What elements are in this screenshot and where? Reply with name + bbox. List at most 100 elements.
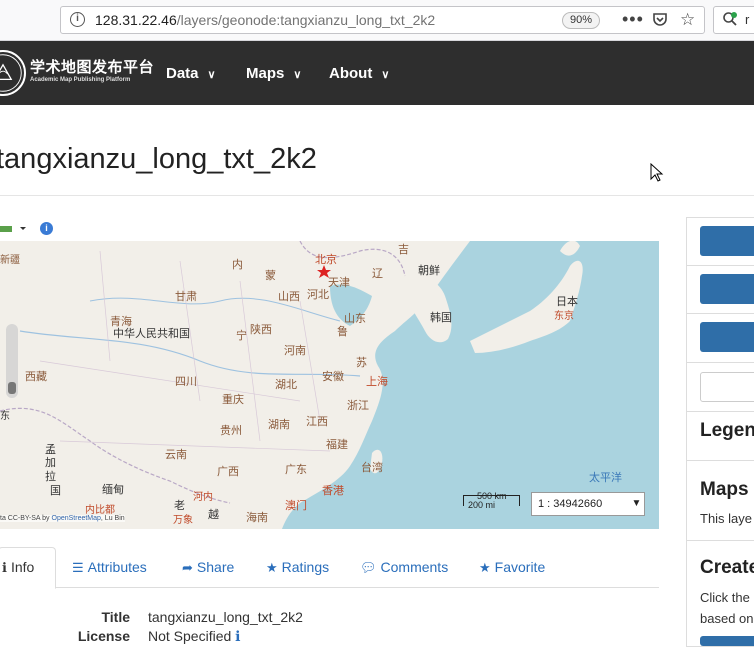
info-license-value: Not Specified ℹ: [148, 628, 241, 645]
map-attribution: ta CC-BY-SA by OpenStreetMap, Lu Bin: [0, 515, 125, 522]
info-circle-icon: ℹ: [2, 560, 7, 575]
map-label: 湖北: [275, 379, 297, 391]
tab-attributes[interactable]: ☰ Attributes: [72, 559, 147, 576]
list-icon: ☰: [72, 560, 84, 575]
nav-maps-dropdown[interactable]: Maps ∨: [246, 65, 301, 82]
map-label: 陕西: [250, 324, 272, 336]
nav-data-dropdown[interactable]: Data ∨: [166, 65, 216, 82]
map-label: 河南: [284, 345, 306, 357]
map-label: 湖南: [268, 419, 290, 431]
pocket-icon[interactable]: [652, 11, 668, 27]
tab-favorite[interactable]: ★ Favorite: [479, 559, 545, 576]
nav-data-label: Data: [166, 65, 199, 82]
map-label: 新疆: [0, 255, 20, 266]
map-label: 河北: [307, 289, 329, 301]
map-label: 北京: [315, 254, 337, 266]
comment-icon: 💬︎: [360, 560, 377, 575]
info-title-value: tangxianzu_long_txt_2k2: [148, 609, 303, 625]
map-label: 贵州: [220, 425, 242, 437]
edit-layer-button[interactable]: [700, 322, 754, 352]
scale-mi-label: 200 mi: [468, 500, 496, 510]
map-label: 广东: [285, 464, 307, 476]
map-label: 韩国: [430, 312, 452, 324]
divider: [686, 265, 754, 266]
map-label: 河内: [193, 492, 213, 503]
info-license-key: License: [77, 628, 130, 644]
legend-heading: Legend: [700, 420, 754, 441]
nav-maps-label: Maps: [246, 65, 285, 82]
map-label: 福建: [326, 439, 348, 451]
map-label: 国: [50, 485, 61, 497]
map-label: 四川: [175, 376, 197, 388]
map-label: 缅甸: [102, 484, 124, 496]
map-label: 越: [208, 509, 219, 521]
map-viewer[interactable]: 北京 天津 中华人民共和国 朝鲜 韩国 日本 东京 青海 四川 湖北 湖南 河南…: [0, 241, 659, 529]
tab-favorite-label: Favorite: [494, 559, 546, 575]
chevron-down-icon: ∨: [381, 69, 390, 81]
map-label: 安徽: [322, 371, 344, 383]
tab-share-label: Share: [196, 559, 235, 575]
url-path: /layers/geonode:tangxianzu_long_txt_2k2: [176, 12, 436, 28]
bookmark-star-icon[interactable]: ☆: [680, 10, 695, 30]
page-title: tangxianzu_long_txt_2k2: [0, 143, 317, 175]
license-text: Not Specified: [148, 628, 232, 644]
dropdown-arrow-icon[interactable]: ▼: [628, 492, 645, 516]
url-text[interactable]: 128.31.22.46/layers/geonode:tangxianzu_l…: [95, 12, 435, 28]
divider: [0, 195, 754, 196]
tab-comments[interactable]: 💬︎ Comments: [360, 559, 448, 576]
nav-about-label: About: [329, 65, 373, 82]
map-label: 内比都: [85, 505, 115, 516]
map-label: 上海: [366, 376, 388, 388]
tab-attributes-label: Attributes: [87, 559, 147, 575]
nav-about-dropdown[interactable]: About ∨: [329, 65, 389, 82]
map-label: 山西: [278, 291, 300, 303]
tab-info-label: Info: [10, 559, 35, 575]
create-map-button[interactable]: [700, 636, 754, 646]
map-label: 香港: [322, 485, 344, 497]
map-info-icon[interactable]: i: [40, 222, 53, 235]
map-label: 宁: [236, 330, 247, 342]
share-icon: ➦: [182, 560, 193, 575]
tab-ratings-label: Ratings: [281, 559, 330, 575]
search-icon: [723, 12, 737, 26]
osm-link[interactable]: OpenStreetMap: [52, 515, 101, 522]
info-title-key: Title: [101, 609, 130, 625]
page-actions-icon[interactable]: •••: [622, 9, 644, 30]
license-info-icon[interactable]: ℹ: [235, 628, 240, 644]
layer-switcher-icon[interactable]: [0, 222, 26, 234]
star-icon: ★: [479, 560, 491, 575]
tab-info[interactable]: ℹ Info: [2, 559, 34, 576]
map-label: 万象: [173, 515, 193, 526]
chevron-down-icon: ∨: [207, 69, 216, 81]
create-text-line1: Click the: [700, 590, 750, 605]
map-label: 鲁: [337, 326, 348, 338]
map-label: 东京: [554, 311, 574, 322]
tab-comments-label: Comments: [380, 559, 449, 575]
map-label: 辽: [372, 268, 383, 280]
map-label: 台湾: [361, 462, 383, 474]
map-label: 甘肃: [175, 291, 197, 303]
divider: [686, 362, 754, 363]
divider: [686, 540, 754, 541]
zoom-slider-handle[interactable]: [8, 382, 16, 394]
metadata-button[interactable]: [700, 274, 754, 304]
logo-title[interactable]: 学术地图发布平台: [30, 56, 154, 77]
attribution-suffix: , Lu Bin: [100, 515, 125, 522]
chevron-down-icon: ∨: [293, 69, 302, 81]
logo-subtitle: Academic Map Publishing Platform: [30, 77, 131, 83]
map-label: 内: [232, 259, 243, 271]
tab-ratings[interactable]: ★ Ratings: [266, 559, 329, 576]
map-label: 西藏: [25, 371, 47, 383]
zoom-level-badge[interactable]: 90%: [562, 12, 600, 29]
map-label: 重庆: [222, 394, 244, 406]
tab-share[interactable]: ➦ Share: [182, 559, 234, 576]
site-info-icon[interactable]: i: [70, 12, 85, 27]
maps-using-heading: Maps u: [700, 479, 754, 500]
sidebar-input[interactable]: [700, 372, 754, 402]
map-label: 海南: [246, 512, 268, 524]
maps-using-text: This laye: [700, 511, 753, 526]
map-label: 广西: [217, 466, 239, 478]
download-layer-button[interactable]: [700, 226, 754, 256]
attribution-prefix: ta CC-BY-SA by: [0, 515, 52, 522]
map-label: 浙江: [347, 400, 369, 412]
